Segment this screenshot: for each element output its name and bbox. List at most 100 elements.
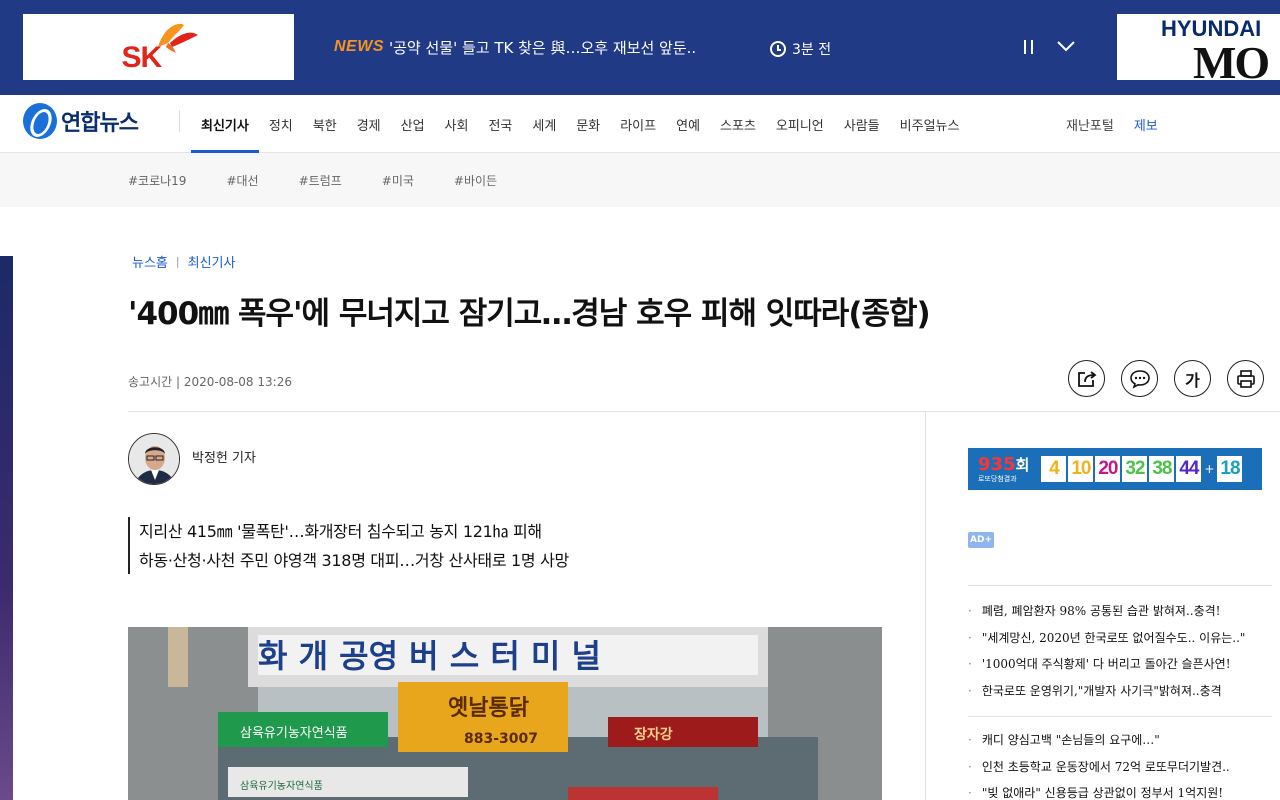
summary-line: 지리산 415㎜ '물폭탄'…화개장터 침수되고 농지 121㏊ 피해 — [139, 522, 542, 541]
comment-button[interactable] — [1121, 360, 1158, 397]
sent-time: 송고시간 | 2020-08-08 13:26 — [128, 375, 292, 389]
pause-button[interactable] — [1022, 38, 1036, 56]
menu-item-opinion[interactable]: 오피니언 — [766, 95, 834, 153]
article-headline: '400㎜ 폭우'에 무너지고 잠기고…경남 호우 피해 잇따라(종합) — [128, 296, 931, 332]
chevron-down-icon — [1057, 41, 1075, 52]
breadcrumb-section[interactable]: 최신기사 — [188, 252, 236, 271]
article-summary: 지리산 415㎜ '물폭탄'…화개장터 침수되고 농지 121㏊ 피해 하동·산… — [128, 517, 569, 574]
chevron-down-button[interactable] — [1056, 36, 1076, 56]
menu-item-economy[interactable]: 경제 — [347, 95, 391, 153]
menu-item-world[interactable]: 세계 — [522, 95, 566, 153]
print-button[interactable] — [1227, 360, 1264, 397]
sponsored-link[interactable]: 한국로또 운영위기,"개발자 사기극"밝혀져..충격 — [968, 678, 1245, 705]
article-photo[interactable]: 화 개 공영 버 스 터 미 널 삼육유기농자연식품 옛날통닭 883-3007… — [128, 627, 882, 800]
hashtag-trump[interactable]: #트럼프 — [299, 172, 342, 189]
font-size-icon: 가 — [1185, 370, 1200, 390]
photo-sign-shop1: 삼육유기농자연식품 — [240, 726, 348, 741]
lotto-ball: 44 — [1176, 456, 1202, 482]
clock-icon — [770, 41, 786, 57]
menu-item-visual-news[interactable]: 비주얼뉴스 — [890, 95, 970, 153]
yonhap-logo-icon — [23, 103, 57, 139]
menu-item-industry[interactable]: 산업 — [391, 95, 435, 153]
hashtag-list: #코로나19 #대선 #트럼프 #미국 #바이든 — [128, 153, 497, 207]
lotto-plus: + — [1204, 462, 1215, 476]
site-logo[interactable]: 연합뉴스 — [23, 103, 139, 139]
hashtag-biden[interactable]: #바이든 — [454, 172, 497, 189]
lotto-bonus-ball: 18 — [1217, 456, 1243, 482]
lotto-round-subtitle: 로또당첨결과 — [978, 474, 1017, 483]
menu-item-politics[interactable]: 정치 — [259, 95, 303, 153]
flooded-market-photo: 화 개 공영 버 스 터 미 널 삼육유기농자연식품 옛날통닭 883-3007… — [128, 627, 882, 800]
sidebar-divider — [968, 585, 1272, 586]
font-size-button[interactable]: 가 — [1174, 360, 1211, 397]
lotto-round: 935회 로또당첨결과 — [978, 453, 1030, 483]
reporter-portrait — [129, 434, 179, 484]
breadcrumb-separator: | — [175, 255, 180, 268]
nav-right-links: 재난포털 제보 — [1066, 95, 1158, 153]
ad-badge-label: AD — [970, 535, 985, 545]
sponsored-link[interactable]: "세계망신, 2020년 한국로또 없어질수도.. 이유는.." — [968, 625, 1246, 652]
hashtag-election[interactable]: #대선 — [226, 172, 258, 189]
menu-item-national[interactable]: 전국 — [478, 95, 522, 153]
sponsored-link[interactable]: 인천 초등학교 운동장에서 72억 로또무더기발견.. — [968, 754, 1230, 781]
lotto-ball: 32 — [1122, 456, 1148, 482]
lotto-ball: 10 — [1068, 456, 1094, 482]
photo-sign-shop1-lower: 삼육유기농자연식품 — [240, 780, 323, 792]
breadcrumb-home[interactable]: 뉴스홈 — [132, 252, 168, 271]
lotto-results-banner[interactable]: 935회 로또당첨결과 4 10 20 32 38 44 +18 — [968, 448, 1262, 490]
lotto-round-suffix: 회 — [1015, 455, 1030, 474]
main-nav: 연합뉴스 최신기사 정치 북한 경제 산업 사회 전국 세계 문화 라이프 연예… — [0, 95, 1280, 153]
menu-item-society[interactable]: 사회 — [435, 95, 479, 153]
news-time: 3분 전 — [770, 39, 831, 59]
menu-item-sports[interactable]: 스포츠 — [710, 95, 766, 153]
menu-item-culture[interactable]: 문화 — [566, 95, 610, 153]
sk-brand-text: SK — [121, 41, 163, 74]
top-ad-bar: SK NEWS '공약 선물' 들고 TK 찾은 與…오후 재보선 앞둔.. 3… — [0, 0, 1280, 95]
sk-logo: SK — [114, 17, 204, 77]
reporter-name[interactable]: 박정헌 기자 — [192, 447, 256, 466]
ad-badge: AD + — [968, 532, 994, 548]
photo-sign-bus-terminal: 화 개 공영 버 스 터 미 널 — [258, 637, 601, 675]
section-menu: 최신기사 정치 북한 경제 산업 사회 전국 세계 문화 라이프 연예 스포츠 … — [191, 95, 969, 153]
hyundai-brand-bottom: MO — [1193, 37, 1270, 80]
hashtag-bar: #코로나19 #대선 #트럼프 #미국 #바이든 — [0, 153, 1280, 207]
sponsored-link[interactable]: "빚 없애라" 신용등급 상관없이 정부서 1억지원! — [968, 780, 1230, 800]
column-divider — [925, 411, 926, 800]
lotto-round-number: 935 — [978, 453, 1016, 475]
menu-item-life[interactable]: 라이프 — [610, 95, 666, 153]
menu-item-people[interactable]: 사람들 — [834, 95, 890, 153]
reporter-avatar[interactable] — [128, 433, 180, 485]
comment-icon — [1129, 369, 1150, 389]
sidebar-divider — [968, 716, 1272, 717]
share-button[interactable] — [1068, 360, 1105, 397]
hashtag-covid19[interactable]: #코로나19 — [128, 172, 186, 189]
left-side-ad-edge[interactable] — [0, 256, 13, 800]
news-tag: NEWS — [334, 38, 384, 55]
sponsored-list-b: 캐디 양심고백 "손님들의 요구에…" 인천 초등학교 운동장에서 72억 로또… — [968, 727, 1230, 800]
sponsored-link[interactable]: 폐렴, 폐암환자 98% 공통된 습관 밝혀져..충격! — [968, 598, 1245, 625]
disaster-portal-link[interactable]: 재난포털 — [1066, 115, 1114, 134]
header-divider — [128, 411, 1280, 412]
menu-item-north-korea[interactable]: 북한 — [303, 95, 347, 153]
nav-divider — [179, 110, 180, 132]
menu-item-entertainment[interactable]: 연예 — [666, 95, 710, 153]
logo-text: 연합뉴스 — [61, 111, 139, 136]
photo-sign-shop3: 장자강 — [634, 726, 673, 743]
share-icon — [1077, 370, 1096, 387]
lotto-ball: 38 — [1149, 456, 1175, 482]
lotto-ball: 20 — [1095, 456, 1121, 482]
lotto-numbers: 4 10 20 32 38 44 +18 — [1041, 456, 1243, 482]
printer-icon — [1236, 369, 1255, 388]
sponsored-link[interactable]: 캐디 양심고백 "손님들의 요구에…" — [968, 727, 1230, 754]
report-link[interactable]: 제보 — [1134, 115, 1158, 134]
menu-item-latest[interactable]: 최신기사 — [191, 95, 259, 153]
news-ticker-headline[interactable]: '공약 선물' 들고 TK 찾은 與…오후 재보선 앞둔.. — [389, 37, 729, 58]
photo-sign-shop2: 옛날통닭 — [448, 696, 529, 721]
sponsored-link[interactable]: '1000억대 주식황제' 다 버리고 돌아간 슬픈사연! — [968, 651, 1245, 678]
sponsored-list-a: 폐렴, 폐암환자 98% 공통된 습관 밝혀져..충격! "세계망신, 2020… — [968, 598, 1246, 705]
summary-line: 하동·산청·사천 주민 야영객 318명 대피…거창 산사태로 1명 사망 — [139, 551, 569, 570]
hashtag-usa[interactable]: #미국 — [382, 172, 414, 189]
article-tools: 가 — [1068, 360, 1264, 397]
hyundai-ad-banner[interactable]: HYUNDAI MO — [1117, 14, 1280, 80]
sk-ad-banner[interactable]: SK — [23, 14, 294, 80]
